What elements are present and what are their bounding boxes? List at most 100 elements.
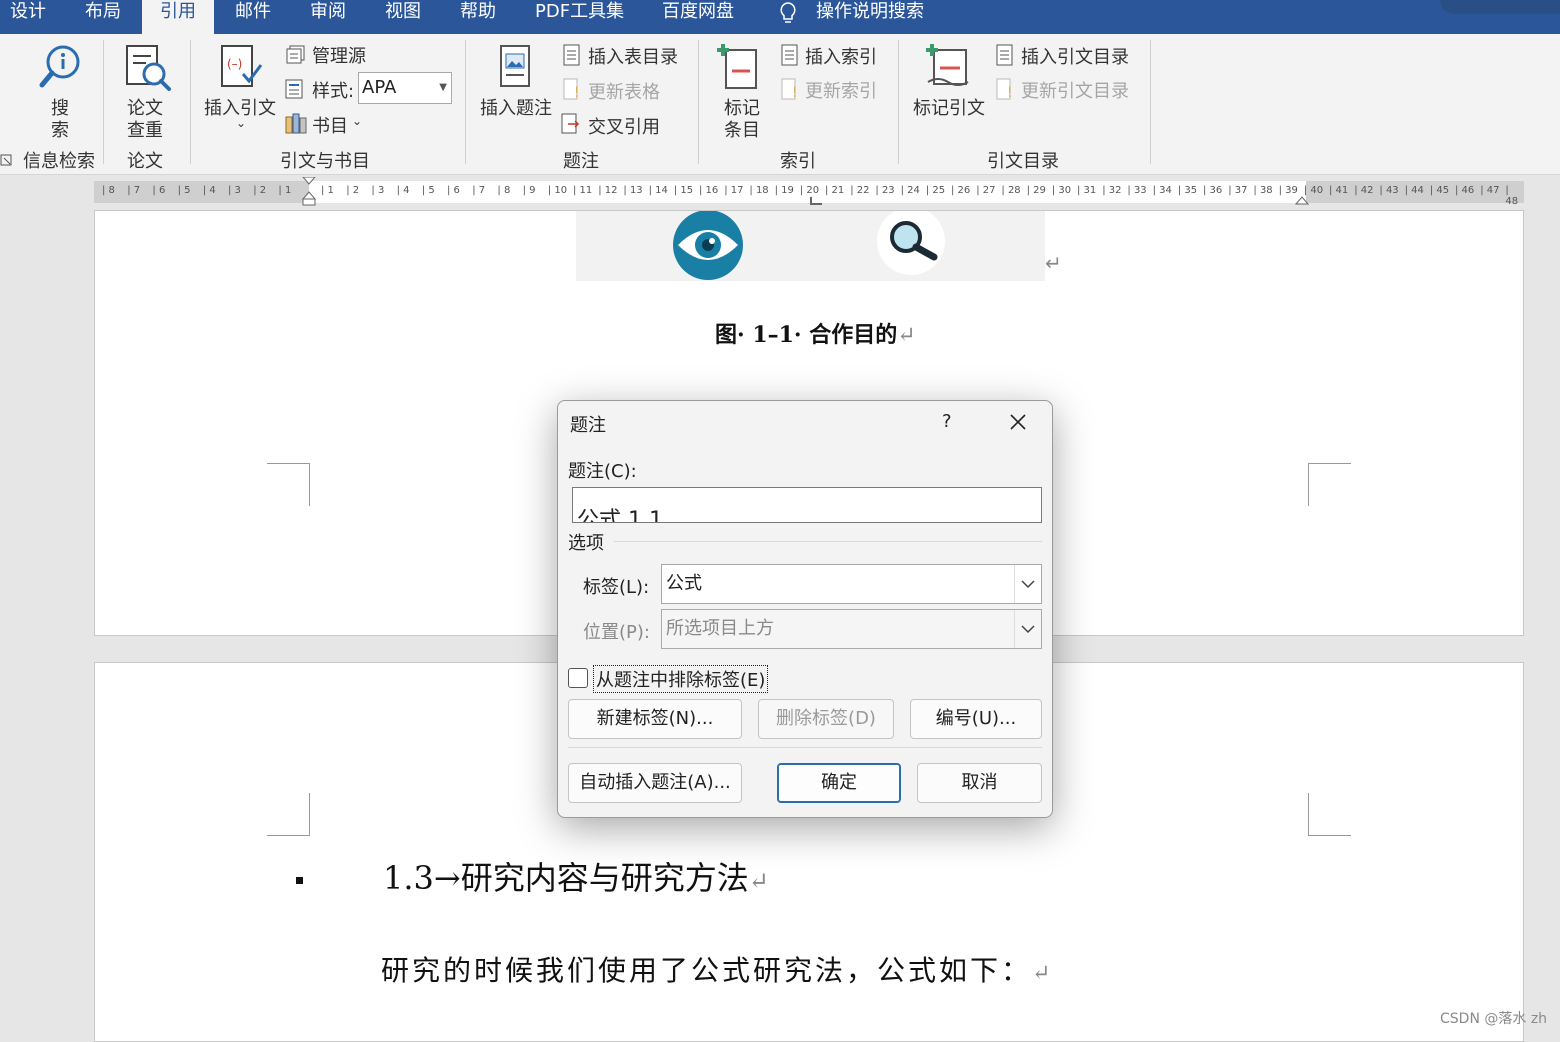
tab-review[interactable]: 审阅 <box>310 0 346 34</box>
tab-references[interactable]: 引用 <box>142 0 214 34</box>
numbering-button[interactable]: 编号(U)... <box>910 699 1042 739</box>
search-button-line2[interactable]: 索 <box>51 116 69 142</box>
ruler-number: | 26 <box>951 185 971 196</box>
ruler-number: | 11 <box>573 185 593 196</box>
indent-marker-icon[interactable] <box>302 177 316 207</box>
tab-help[interactable]: 帮助 <box>460 0 496 34</box>
group-separator <box>190 40 191 164</box>
bibliography-button[interactable]: 书目 <box>312 112 348 138</box>
label-select-value: 公式 <box>666 573 702 594</box>
paper-check-line2[interactable]: 查重 <box>127 116 163 142</box>
ruler-number: | 8 <box>102 185 115 196</box>
position-select-arrow[interactable] <box>1014 610 1041 648</box>
watermark-text: CSDN @落水 zh <box>1440 1011 1548 1027</box>
tell-me-search[interactable]: 操作说明搜索 <box>816 0 924 34</box>
cross-reference-button[interactable]: 交叉引用 <box>588 113 660 139</box>
section-heading[interactable]: 1.3→研究内容与研究方法↵ <box>383 853 769 899</box>
chevron-down-icon[interactable]: ⌄ <box>236 116 246 130</box>
update-index-button[interactable]: 更新索引 <box>805 77 877 103</box>
divider <box>568 747 1042 748</box>
paragraph-mark: ↵ <box>1032 961 1054 986</box>
ok-button[interactable]: 确定 <box>777 763 901 803</box>
horizontal-ruler[interactable]: | 8 | 7 | 6 | 5 | 4 | 3 | 2 | 1 | 1 | 2 | 3 | 4 | 5… <box>94 177 1524 207</box>
update-toa-icon: ! <box>996 78 1013 100</box>
manage-sources-button[interactable]: 管理源 <box>312 42 366 68</box>
style-label: 样式: <box>312 81 355 102</box>
ribbon-tab-bar: 设计 布局 引用 邮件 审阅 视图 帮助 PDF工具集 百度网盘 操作说明搜索 <box>0 0 1560 34</box>
caption-input[interactable]: 公式 1.1 <box>572 487 1042 523</box>
tab-baidu-netdisk[interactable]: 百度网盘 <box>662 0 734 34</box>
update-table-button[interactable]: 更新表格 <box>588 78 660 104</box>
ruler-number: | 7 <box>127 185 141 196</box>
insert-index-icon <box>781 44 798 66</box>
ruler-number: | 1 <box>278 185 292 196</box>
ruler-number: | 3 <box>371 185 385 196</box>
mark-entry-icon <box>717 44 757 89</box>
insert-toa-icon <box>996 44 1013 66</box>
ruler-number: | 6 <box>152 185 166 196</box>
insert-index-button[interactable]: 插入索引 <box>805 43 877 69</box>
ruler-number: | 36 <box>1203 185 1223 196</box>
new-label-button[interactable]: 新建标签(N)... <box>568 699 742 739</box>
ruler-number: | 7 <box>472 185 486 196</box>
ruler-number: | 2 <box>253 185 267 196</box>
tab-design[interactable]: 设计 <box>10 0 46 34</box>
svg-text:!: ! <box>574 85 580 100</box>
update-index-icon: ! <box>781 78 798 100</box>
insert-citation-icon: (–) <box>221 45 263 87</box>
dropdown-arrow-icon: ▼ <box>439 82 447 93</box>
style-icon <box>285 79 303 99</box>
divider <box>614 541 1042 542</box>
insert-toa-button[interactable]: 插入引文目录 <box>1021 43 1129 69</box>
tab-view[interactable]: 视图 <box>385 0 421 34</box>
insert-table-of-figures-button[interactable]: 插入表目录 <box>588 43 678 69</box>
tab-stop-icon[interactable] <box>810 197 822 205</box>
label-select[interactable]: 公式 <box>661 564 1042 604</box>
update-toa-button[interactable]: 更新引文目录 <box>1021 77 1129 103</box>
ruler-number: | 30 <box>1051 185 1072 196</box>
ruler-number: | 45 <box>1429 185 1450 196</box>
mark-citation-button[interactable]: 标记引文 <box>913 94 985 120</box>
close-icon[interactable] <box>1009 413 1027 431</box>
ruler-number: | 27 <box>976 185 996 196</box>
section-heading-text: 1.3→研究内容与研究方法 <box>383 859 749 897</box>
exclude-label-text[interactable]: 从题注中排除标签(E) <box>593 665 769 693</box>
position-select-value: 所选项目上方 <box>666 618 774 639</box>
ruler-number: | 17 <box>724 185 744 196</box>
chevron-down-icon[interactable]: ⌄ <box>352 114 362 128</box>
ribbon: 搜 索 信息检索 论文 查重 论文 (–) 插入引文 ⌄ 管理源 样式: APA… <box>0 34 1560 175</box>
dialog-launcher-icon[interactable] <box>0 154 12 166</box>
delete-label-button[interactable]: 删除标签(D) <box>758 699 894 739</box>
paper-check-icon <box>126 45 171 91</box>
mark-entry-line2[interactable]: 条目 <box>724 116 760 142</box>
label-select-arrow[interactable] <box>1014 565 1041 603</box>
figure-image[interactable] <box>576 211 1045 281</box>
ruler-number: | 35 <box>1177 185 1198 196</box>
ruler-number: | 12 <box>598 185 618 196</box>
chevron-down-icon <box>1021 580 1035 589</box>
citation-style-value: APA <box>362 77 397 98</box>
tab-pdf-tools[interactable]: PDF工具集 <box>535 0 624 34</box>
insert-caption-button[interactable]: 插入题注 <box>480 94 552 120</box>
ruler-number: | 29 <box>1026 185 1046 196</box>
ruler-number: | 43 <box>1379 185 1399 196</box>
paragraph-mark: ↵ <box>897 323 916 348</box>
autocaption-button[interactable]: 自动插入题注(A)... <box>568 763 742 803</box>
crop-mark <box>1308 463 1351 506</box>
citation-style-select[interactable]: APA ▼ <box>358 72 452 104</box>
help-button[interactable]: ? <box>942 411 952 432</box>
position-select[interactable]: 所选项目上方 <box>661 609 1042 649</box>
position-field-label: 位置(P): <box>583 622 650 643</box>
svg-text:!: ! <box>792 85 798 100</box>
dialog-titlebar[interactable]: 题注 ? <box>558 401 1052 443</box>
ruler-number: | 1 <box>321 185 334 196</box>
right-indent-marker-icon[interactable] <box>1295 195 1309 205</box>
exclude-label-checkbox[interactable] <box>568 668 588 688</box>
ruler-number: | 23 <box>875 185 895 196</box>
cancel-button[interactable]: 取消 <box>917 763 1042 803</box>
body-paragraph[interactable]: 研究的时候我们使用了公式研究法，公式如下：↵ <box>381 949 1053 989</box>
tab-layout[interactable]: 布局 <box>85 0 121 34</box>
figure-caption[interactable]: 图· 1–1· 合作目的↵ <box>715 317 916 349</box>
tab-mailings[interactable]: 邮件 <box>235 0 271 34</box>
ruler-number: | 47 <box>1480 185 1500 196</box>
